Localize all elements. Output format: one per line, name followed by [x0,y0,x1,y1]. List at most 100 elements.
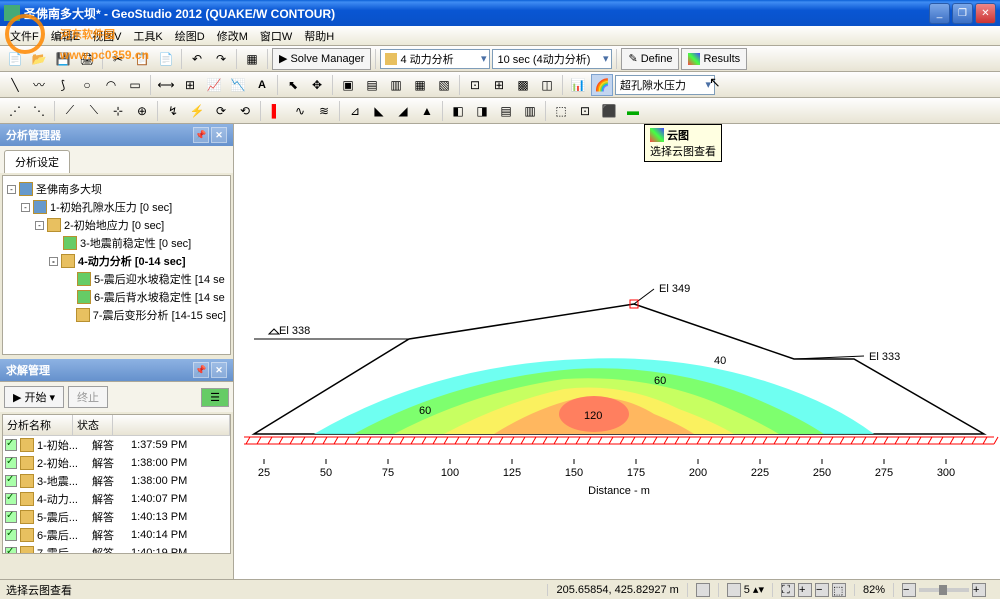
panel-close-icon[interactable]: ✕ [211,127,227,143]
zoom-window-icon[interactable]: ⬚ [832,583,846,597]
tab-analysis-settings[interactable]: 分析设定 [4,150,70,173]
tree-item[interactable]: -1-初始孔隙水压力 [0 sec] [7,198,226,216]
zoom-minus-icon[interactable]: − [902,583,916,597]
graph-icon[interactable]: 📈 [203,74,225,96]
menu-window[interactable]: 窗口W [254,26,298,46]
s15-icon[interactable]: ◣ [368,100,390,122]
drawing-canvas[interactable]: 云图 选择云图查看 El 338 El 349 El 333 60 60 [234,124,1000,579]
s14-icon[interactable]: ⊿ [344,100,366,122]
zoom-out-icon[interactable]: − [815,583,829,597]
define-button[interactable]: ✎ Define [621,48,679,70]
zoom-fit-icon[interactable]: ⛶ [781,583,795,597]
menu-modify[interactable]: 修改M [211,26,254,46]
panel-pin2-icon[interactable]: 📌 [193,362,209,378]
time-combo[interactable]: 10 sec (4动力分析) [492,49,612,69]
s9-icon[interactable]: ⟳ [210,100,232,122]
results-button[interactable]: Results [681,48,747,70]
solve-options-icon[interactable]: ☰ [201,388,229,407]
arc-icon[interactable]: ◠ [100,74,122,96]
s24-icon[interactable]: ⬛ [598,100,620,122]
new-icon[interactable]: 📄 [4,48,26,70]
save-icon[interactable]: 💾 [52,48,74,70]
maximize-button[interactable]: ❐ [952,3,973,24]
s1-icon[interactable]: ⋰ [4,100,26,122]
polyline-icon[interactable]: 〰 [28,74,50,96]
region5-icon[interactable]: ▧ [433,74,455,96]
tree-item[interactable]: 7-震后变形分析 [14-15 sec] [7,306,226,324]
solve-row[interactable]: 7-震后...解答1:40:19 PM [3,544,230,554]
s16-icon[interactable]: ◢ [392,100,414,122]
s11-icon[interactable]: ▌ [265,100,287,122]
menu-draw[interactable]: 绘图D [169,26,211,46]
s23-icon[interactable]: ⊡ [574,100,596,122]
grid-toggle-icon[interactable] [696,583,710,597]
solve-row[interactable]: 4-动力...解答1:40:07 PM [3,490,230,508]
axis-icon[interactable]: ⊞ [179,74,201,96]
start-button[interactable]: ▶ 开始 ▾ [4,386,64,408]
tree-item[interactable]: -4-动力分析 [0-14 sec] [7,252,226,270]
select-icon[interactable]: ⬉ [282,74,304,96]
dim-icon[interactable]: ⟷ [155,74,177,96]
mesh4-icon[interactable]: ◫ [536,74,558,96]
tree-item[interactable]: 6-震后背水坡稳定性 [14 se [7,288,226,306]
snap-toggle-icon[interactable] [727,583,741,597]
menu-edit[interactable]: 编辑E [45,26,86,46]
s10-icon[interactable]: ⟲ [234,100,256,122]
print-icon[interactable]: 🖨 [76,48,98,70]
rect-icon[interactable]: ▭ [124,74,146,96]
contour-type-combo[interactable]: 超孔隙水压力 [615,75,715,95]
zoom-plus-icon[interactable]: + [972,583,986,597]
analysis-combo[interactable]: 4 动力分析 [380,49,490,69]
s19-icon[interactable]: ◨ [471,100,493,122]
s12-icon[interactable]: ∿ [289,100,311,122]
solve-row[interactable]: 2-初始...解答1:38:00 PM [3,454,230,472]
solve-manager-button[interactable]: ▶ Solve Manager [272,48,371,70]
s18-icon[interactable]: ◧ [447,100,469,122]
s20-icon[interactable]: ▤ [495,100,517,122]
solve-row[interactable]: 6-震后...解答1:40:14 PM [3,526,230,544]
s6-icon[interactable]: ⊕ [131,100,153,122]
panel-close2-icon[interactable]: ✕ [211,362,227,378]
minimize-button[interactable]: _ [929,3,950,24]
solve-row[interactable]: 1-初始...解答1:37:59 PM [3,436,230,454]
region2-icon[interactable]: ▤ [361,74,383,96]
s22-icon[interactable]: ⬚ [550,100,572,122]
s8-icon[interactable]: ⚡ [186,100,208,122]
text-icon[interactable]: A [251,74,273,96]
copy-icon[interactable]: 📋 [131,48,153,70]
circle-icon[interactable]: ○ [76,74,98,96]
region-icon[interactable]: ▣ [337,74,359,96]
mesh3-icon[interactable]: ▩ [512,74,534,96]
paste-icon[interactable]: 📄 [155,48,177,70]
grid-icon[interactable]: ▦ [241,48,263,70]
undo-icon[interactable]: ↶ [186,48,208,70]
graph2-icon[interactable]: 📉 [227,74,249,96]
open-icon[interactable]: 📂 [28,48,50,70]
tree-item[interactable]: 5-震后迎水坡稳定性 [14 se [7,270,226,288]
analysis-tree[interactable]: -圣佛南多大坝 -1-初始孔隙水压力 [0 sec]-2-初始地应力 [0 se… [3,176,230,328]
s13-icon[interactable]: ≋ [313,100,335,122]
menu-file[interactable]: 文件F [4,26,45,46]
s17-icon[interactable]: ▲ [416,100,438,122]
s2-icon[interactable]: ⋱ [28,100,50,122]
line-icon[interactable]: ╲ [4,74,26,96]
contour-icon[interactable]: 🌈 [591,74,613,96]
zoom-slider[interactable] [919,588,969,592]
tree-item[interactable]: 3-地震前稳定性 [0 sec] [7,234,226,252]
region3-icon[interactable]: ▥ [385,74,407,96]
region4-icon[interactable]: ▦ [409,74,431,96]
chart-icon[interactable]: 📊 [567,74,589,96]
stop-button[interactable]: 终止 [68,386,108,408]
s5-icon[interactable]: ⊹ [107,100,129,122]
menu-help[interactable]: 帮助H [298,26,340,46]
cut-icon[interactable]: ✂ [107,48,129,70]
panel-pin-icon[interactable]: 📌 [193,127,209,143]
pan-icon[interactable]: ✥ [306,74,328,96]
curve-icon[interactable]: ⟆ [52,74,74,96]
menu-view[interactable]: 视图V [86,26,127,46]
s7-icon[interactable]: ↯ [162,100,184,122]
s3-icon[interactable]: ⟋ [59,100,81,122]
s25-icon[interactable]: ▬ [622,100,644,122]
zoom-in-icon[interactable]: + [798,583,812,597]
close-button[interactable]: ✕ [975,3,996,24]
